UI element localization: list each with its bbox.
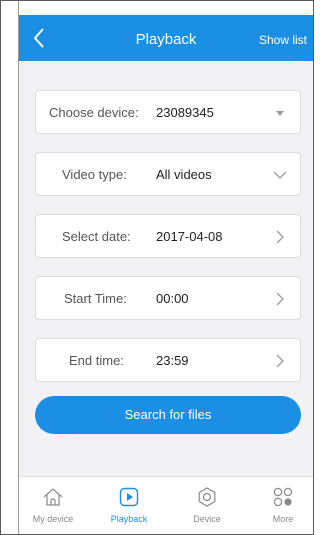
tab-my-device[interactable]: My device — [23, 477, 83, 534]
home-icon — [43, 488, 63, 506]
tab-playback[interactable]: Playback — [99, 477, 159, 534]
dropdown-triangle-icon — [276, 111, 284, 116]
choose-device-value: 23089345 — [156, 105, 214, 120]
video-type-field[interactable]: Video type: All videos — [35, 152, 301, 196]
select-date-field[interactable]: Select date: 2017-04-08 — [35, 214, 301, 258]
tab-device-label: Device — [193, 514, 221, 524]
start-time-field[interactable]: Start Time: 00:00 — [35, 276, 301, 320]
app-screen: Playback Show list Choose device: 230893… — [19, 15, 313, 534]
chevron-down-icon — [273, 171, 287, 179]
end-time-field[interactable]: End time: 23:59 — [35, 338, 301, 382]
start-time-value: 00:00 — [156, 291, 189, 306]
start-time-label: Start Time: — [64, 291, 127, 306]
choose-device-label: Choose device: — [49, 105, 139, 120]
video-type-value: All videos — [156, 167, 212, 182]
select-date-value: 2017-04-08 — [156, 229, 223, 244]
tab-device[interactable]: Device — [177, 477, 237, 534]
more-icon — [273, 487, 293, 507]
video-type-label: Video type: — [62, 167, 127, 182]
show-list-button[interactable]: Show list — [259, 15, 307, 65]
header-bar: Playback Show list — [19, 15, 313, 61]
tab-more-label: More — [272, 514, 294, 524]
end-time-value: 23:59 — [156, 353, 189, 368]
chevron-right-icon — [276, 230, 284, 244]
chevron-right-icon — [276, 292, 284, 306]
tab-playback-label: Playback — [110, 514, 148, 524]
bottom-tab-bar: My device Playback Device More — [19, 476, 313, 534]
tab-more[interactable]: More — [253, 477, 313, 534]
chevron-right-icon — [276, 354, 284, 368]
screenshot-frame: Playback Show list Choose device: 230893… — [0, 0, 314, 535]
play-icon — [119, 487, 139, 507]
select-date-label: Select date: — [62, 229, 131, 244]
choose-device-field[interactable]: Choose device: 23089345 — [35, 90, 301, 134]
end-time-label: End time: — [69, 353, 124, 368]
search-files-button[interactable]: Search for files — [35, 396, 301, 434]
left-border-strip — [1, 1, 19, 534]
settings-icon — [198, 487, 216, 507]
tab-my-device-label: My device — [32, 514, 74, 524]
